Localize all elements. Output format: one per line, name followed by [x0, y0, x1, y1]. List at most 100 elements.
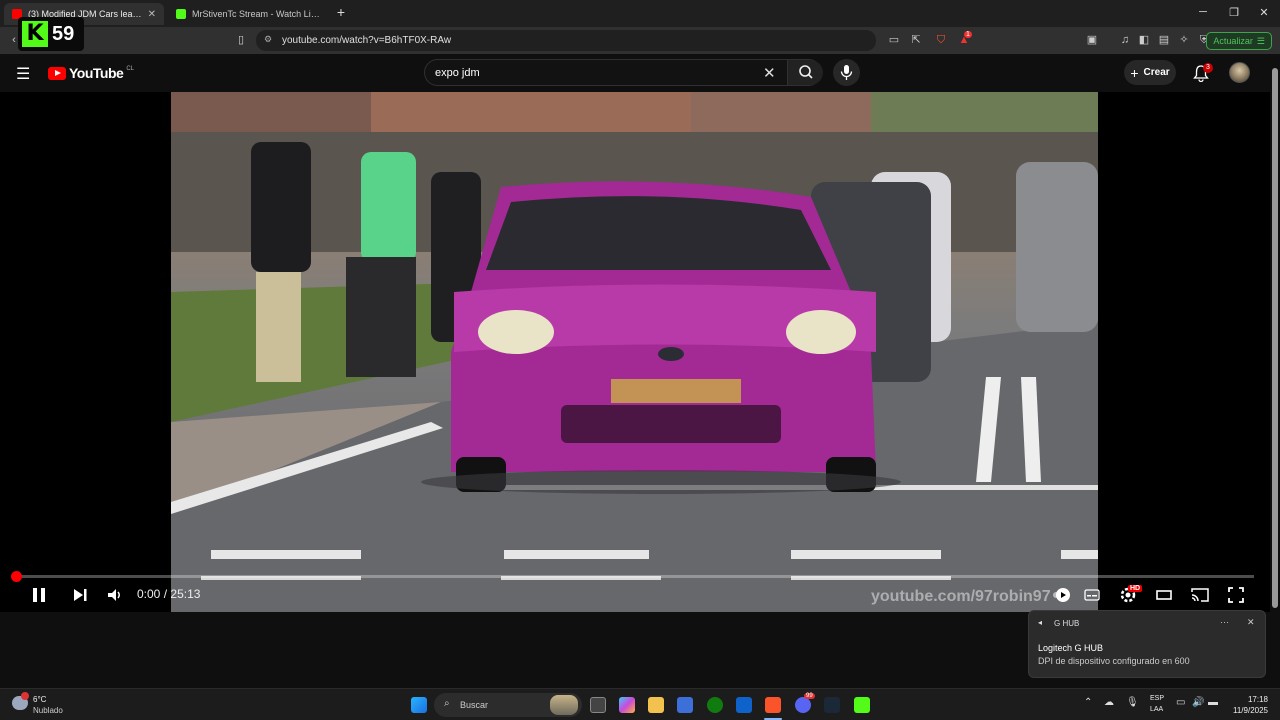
bookmark-icon[interactable]: ▯	[233, 33, 249, 47]
scrollbar-thumb[interactable]	[1272, 68, 1278, 608]
video-scene-image	[171, 92, 1098, 612]
video-player[interactable]: youtube.com/97robin97 0:00 / 25:13 HD	[0, 92, 1270, 612]
weather-temperature[interactable]: 6°C	[33, 695, 46, 704]
search-icon	[799, 65, 813, 79]
youtube-wordmark: YouTube	[69, 65, 124, 81]
update-label: Actualizar	[1213, 36, 1253, 46]
screenshot-icon[interactable]: ▣	[1084, 33, 1100, 47]
autoplay-icon	[1053, 588, 1070, 602]
media-icon[interactable]: ♫	[1117, 33, 1133, 47]
toast-message: DPI de dispositivo configurado en 600	[1038, 656, 1190, 666]
progress-bar[interactable]	[16, 575, 1254, 578]
tab-title: MrStivenTc Stream - Watch Live on K	[192, 9, 322, 19]
notification-count-badge: 3	[1203, 63, 1213, 73]
avatar[interactable]	[1229, 62, 1250, 83]
battery-icon[interactable]: ▬	[1208, 697, 1218, 708]
subtitles-icon	[1084, 589, 1100, 601]
hamburger-menu-icon[interactable]: ☰	[16, 64, 30, 84]
volume-button[interactable]	[105, 586, 123, 607]
cloud-sync-icon[interactable]: ☁	[1104, 697, 1114, 708]
theater-mode-button[interactable]	[1155, 586, 1173, 607]
search-input[interactable]: expo jdm	[435, 67, 480, 79]
viewer-count: 59	[52, 22, 75, 45]
browser-tab-bar: (3) Modified JDM Cars leaving ✕ MrStiven…	[0, 0, 1280, 27]
autoplay-toggle[interactable]	[1053, 586, 1073, 607]
tab-kick[interactable]: MrStivenTc Stream - Watch Live on K	[168, 3, 330, 25]
sidebar-icon[interactable]: ◧	[1136, 33, 1152, 47]
fullscreen-button[interactable]	[1227, 586, 1245, 607]
youtube-header: ☰ YouTube CL expo jdm ✕ + Crear 3	[0, 54, 1280, 92]
taskbar-search-box[interactable]: ⌕ Buscar	[434, 693, 582, 717]
task-view-icon[interactable]	[590, 697, 606, 713]
microphone-icon	[840, 65, 853, 80]
close-window-icon[interactable]: ✕	[1256, 6, 1272, 19]
search-button[interactable]	[787, 60, 823, 85]
microsoft-store-icon[interactable]	[677, 697, 693, 713]
video-frame[interactable]: youtube.com/97robin97	[171, 92, 1098, 612]
brave-shield-icon[interactable]: ⛉	[933, 33, 949, 47]
network-icon[interactable]: ▭	[1176, 697, 1185, 708]
clock-date[interactable]: 11/9/2025	[1228, 706, 1268, 715]
weather-description[interactable]: Nublado	[33, 706, 63, 715]
minimize-icon[interactable]: ─	[1195, 6, 1211, 18]
input-language[interactable]: ESP	[1150, 695, 1164, 702]
next-track-icon	[74, 589, 87, 601]
windows-notification-toast[interactable]: ◂ G HUB ··· ✕ Logitech G HUB DPI de disp…	[1028, 610, 1266, 678]
menu-icon: ☰	[1256, 35, 1265, 46]
keyboard-layout[interactable]: LAA	[1150, 706, 1163, 713]
voice-search-button[interactable]	[833, 59, 860, 86]
update-button[interactable]: Actualizar ☰	[1206, 32, 1272, 50]
hd-badge: HD	[1128, 585, 1143, 592]
kick-app-icon[interactable]	[854, 697, 870, 713]
duration: 25:13	[170, 587, 201, 601]
discord-badge: 99	[804, 693, 815, 699]
youtube-logo[interactable]: YouTube CL	[48, 65, 134, 81]
progress-scrubber-handle[interactable]	[11, 571, 22, 582]
time-separator: /	[163, 587, 168, 601]
create-label: Crear	[1143, 67, 1170, 78]
cast-button[interactable]	[1190, 586, 1210, 607]
restore-icon[interactable]: ❐	[1226, 6, 1242, 19]
steam-icon[interactable]	[824, 697, 840, 713]
toast-title: Logitech G HUB	[1038, 643, 1104, 653]
site-info-icon[interactable]: ⚙	[264, 34, 272, 45]
cast-icon[interactable]: ▭	[886, 33, 902, 47]
leo-ai-icon[interactable]: ✧	[1176, 33, 1192, 47]
kick-favicon-icon	[176, 9, 186, 19]
brave-browser-icon[interactable]	[765, 697, 781, 713]
file-explorer-icon[interactable]	[648, 697, 664, 713]
plus-icon: +	[1130, 64, 1139, 81]
address-bar[interactable]: ⚙ youtube.com/watch?v=B6hTF0X-RAw	[256, 30, 876, 51]
volume-icon	[108, 589, 120, 601]
subtitles-button[interactable]	[1083, 586, 1101, 607]
theater-mode-icon	[1156, 590, 1172, 600]
windows-taskbar: 6°C Nublado ⌕ Buscar 99 ⌃ ☁ 🎙 ESP LAA ▭ …	[0, 688, 1280, 720]
clock-time[interactable]: 17:18	[1228, 695, 1268, 704]
show-hidden-icons-icon[interactable]: ⌃	[1084, 697, 1092, 708]
pause-button[interactable]	[30, 586, 48, 607]
kick-logo-icon: K	[22, 21, 48, 47]
youtube-play-logo-icon	[48, 66, 66, 80]
new-tab-icon[interactable]: +	[333, 4, 349, 20]
microphone-tray-icon[interactable]: 🎙	[1126, 697, 1139, 708]
next-button[interactable]	[71, 586, 89, 607]
wallet-icon[interactable]: ▤	[1156, 33, 1172, 47]
rewards-badge: 1	[964, 31, 972, 38]
close-notification-icon[interactable]: ✕	[1247, 617, 1255, 628]
browser-toolbar: ‹ ▯ ⚙ youtube.com/watch?v=B6hTF0X-RAw ▭ …	[0, 27, 1280, 54]
copilot-icon[interactable]	[619, 697, 635, 713]
close-tab-icon[interactable]: ✕	[148, 9, 156, 20]
time-display: 0:00 / 25:13	[137, 587, 200, 601]
xbox-icon[interactable]	[707, 697, 723, 713]
discord-icon[interactable]	[795, 697, 811, 713]
cast-icon	[1191, 588, 1209, 602]
more-options-icon[interactable]: ···	[1220, 617, 1229, 627]
create-button[interactable]: + Crear	[1124, 60, 1176, 85]
windows-start-icon[interactable]	[411, 697, 427, 713]
search-box[interactable]: expo jdm ✕	[424, 59, 823, 86]
share-icon[interactable]: ⇱	[908, 33, 924, 47]
search-icon: ⌕	[444, 698, 450, 709]
outlook-icon[interactable]	[736, 697, 752, 713]
clear-search-icon[interactable]: ✕	[763, 64, 776, 82]
speaker-icon[interactable]: 🔊	[1192, 697, 1204, 708]
